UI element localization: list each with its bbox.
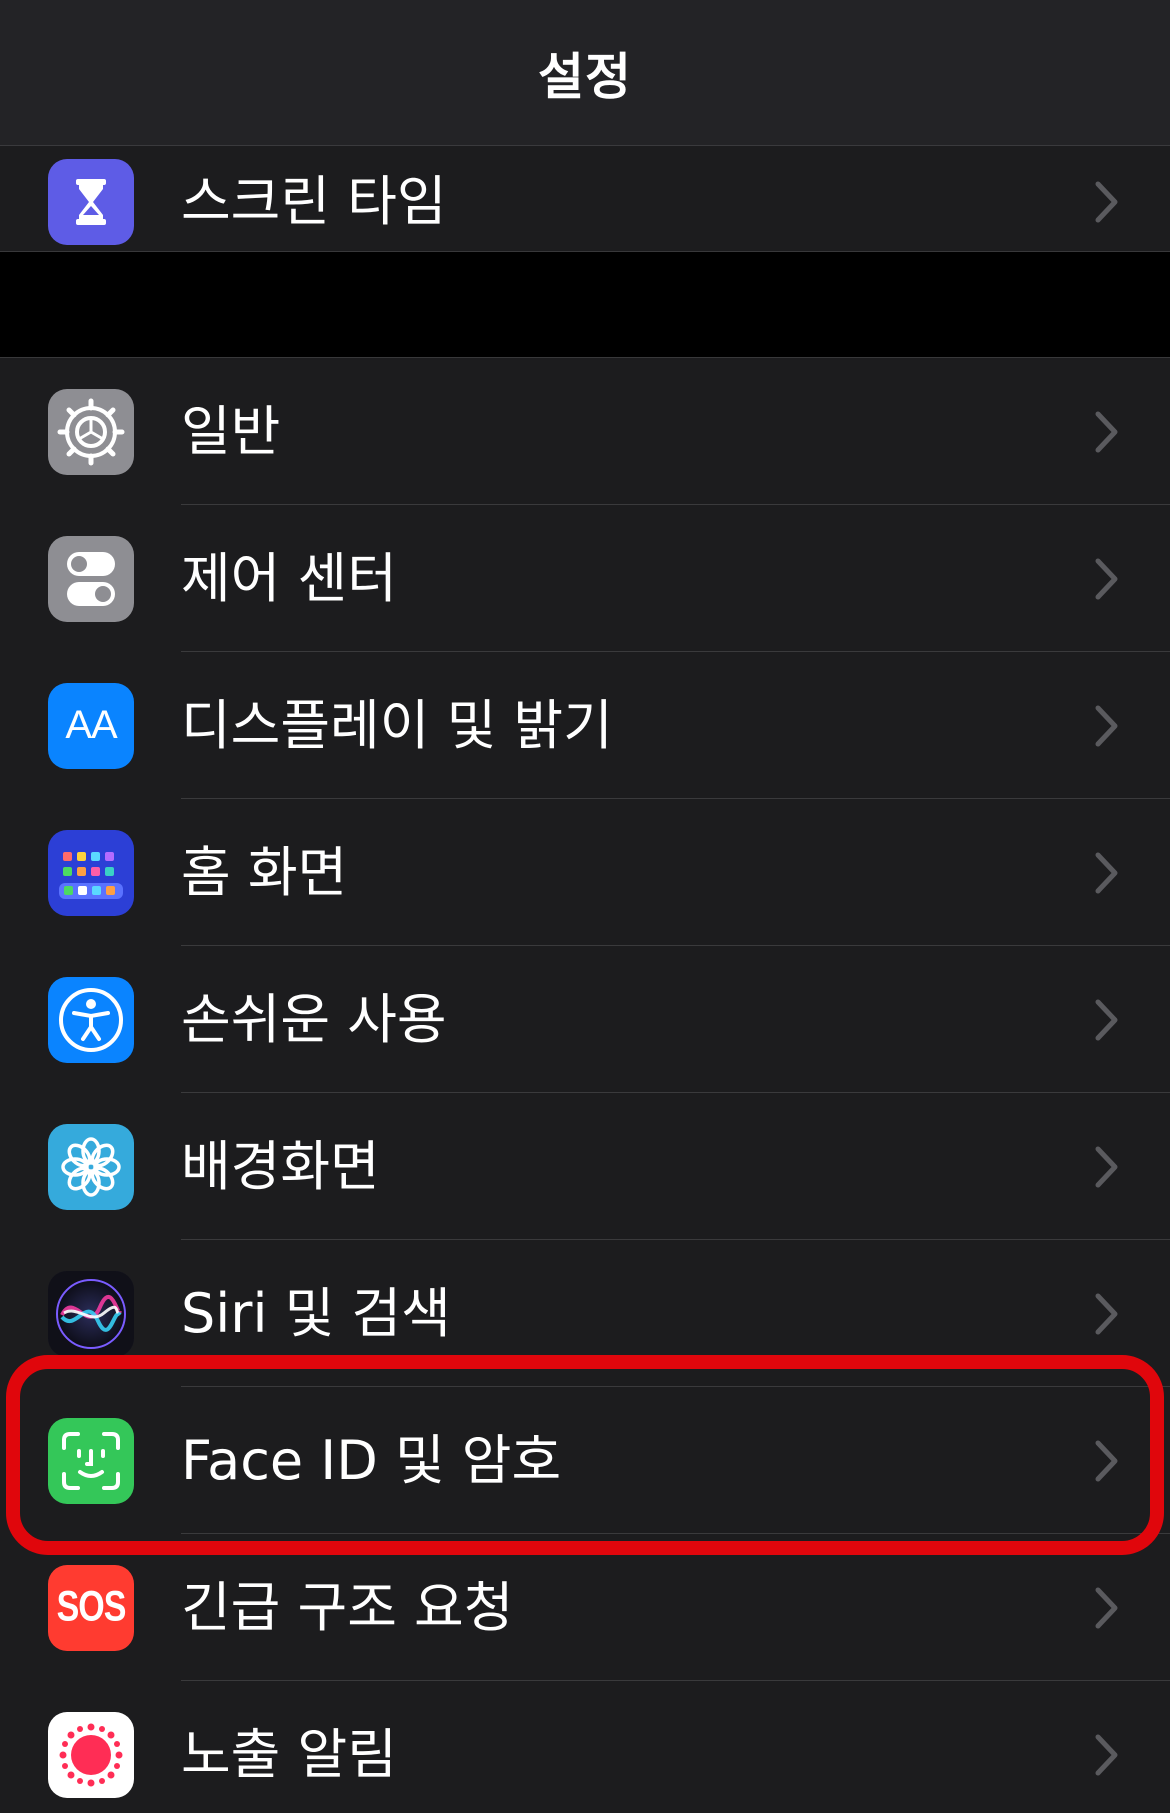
- row-label: 배경화면: [181, 1134, 380, 1198]
- group-spacer: [0, 253, 1170, 357]
- chevron-right-icon: [1095, 999, 1118, 1040]
- row-label: 디스플레이 및 밝기: [181, 693, 613, 757]
- toggles-icon: [48, 535, 134, 622]
- navigation-bar: 설정: [0, 0, 1170, 146]
- exposure-notification-icon: [48, 1711, 134, 1798]
- chevron-right-icon: [1095, 1146, 1118, 1187]
- face-id-icon: [48, 1417, 134, 1504]
- siri-icon: [48, 1270, 134, 1357]
- gear-icon: [48, 388, 134, 475]
- aa-text-icon: AA: [48, 682, 134, 769]
- flower-icon: [48, 1123, 134, 1210]
- accessibility-icon: [48, 976, 134, 1063]
- row-label: 긴급 구조 요청: [181, 1575, 514, 1639]
- settings-row-siri-search[interactable]: Siri 및 검색: [0, 1240, 1170, 1387]
- row-label: Face ID 및 암호: [181, 1428, 562, 1492]
- row-label: 일반: [181, 399, 281, 463]
- settings-row-display-brightness[interactable]: AA 디스플레이 및 밝기: [0, 652, 1170, 799]
- settings-row-face-id-passcode[interactable]: Face ID 및 암호: [0, 1387, 1170, 1534]
- row-label: 홈 화면: [181, 840, 348, 904]
- settings-row-accessibility[interactable]: 손쉬운 사용: [0, 946, 1170, 1093]
- row-label: 손쉬운 사용: [181, 987, 447, 1051]
- chevron-right-icon: [1095, 181, 1118, 222]
- icon-text: SOS: [56, 1583, 127, 1631]
- chevron-right-icon: [1095, 1587, 1118, 1628]
- settings-row-exposure-notifications[interactable]: 노출 알림: [0, 1681, 1170, 1813]
- sos-icon: SOS: [48, 1564, 134, 1651]
- chevron-right-icon: [1095, 558, 1118, 599]
- settings-row-wallpaper[interactable]: 배경화면: [0, 1093, 1170, 1240]
- row-label: 제어 센터: [181, 546, 397, 610]
- settings-row-general[interactable]: 일반: [0, 358, 1170, 505]
- home-screen-grid-icon: [48, 829, 134, 916]
- chevron-right-icon: [1095, 1440, 1118, 1481]
- chevron-right-icon: [1095, 411, 1118, 452]
- row-label: Siri 및 검색: [181, 1281, 451, 1345]
- hourglass-icon: [48, 158, 134, 245]
- settings-group-screen-time: 스크린 타임: [0, 146, 1170, 252]
- page-title: 설정: [538, 47, 632, 106]
- settings-row-emergency-sos[interactable]: SOS 긴급 구조 요청: [0, 1534, 1170, 1681]
- chevron-right-icon: [1095, 1734, 1118, 1775]
- row-label: 스크린 타임: [181, 169, 447, 233]
- chevron-right-icon: [1095, 1293, 1118, 1334]
- chevron-right-icon: [1095, 705, 1118, 746]
- settings-row-control-center[interactable]: 제어 센터: [0, 505, 1170, 652]
- chevron-right-icon: [1095, 852, 1118, 893]
- settings-group-main: 일반 제어 센터 AA 디스플레이 및 밝기 홈 화면 손쉬운 사용 배경화면 …: [0, 357, 1170, 1813]
- settings-row-home-screen[interactable]: 홈 화면: [0, 799, 1170, 946]
- icon-text: AA: [65, 703, 117, 747]
- row-label: 노출 알림: [181, 1722, 397, 1786]
